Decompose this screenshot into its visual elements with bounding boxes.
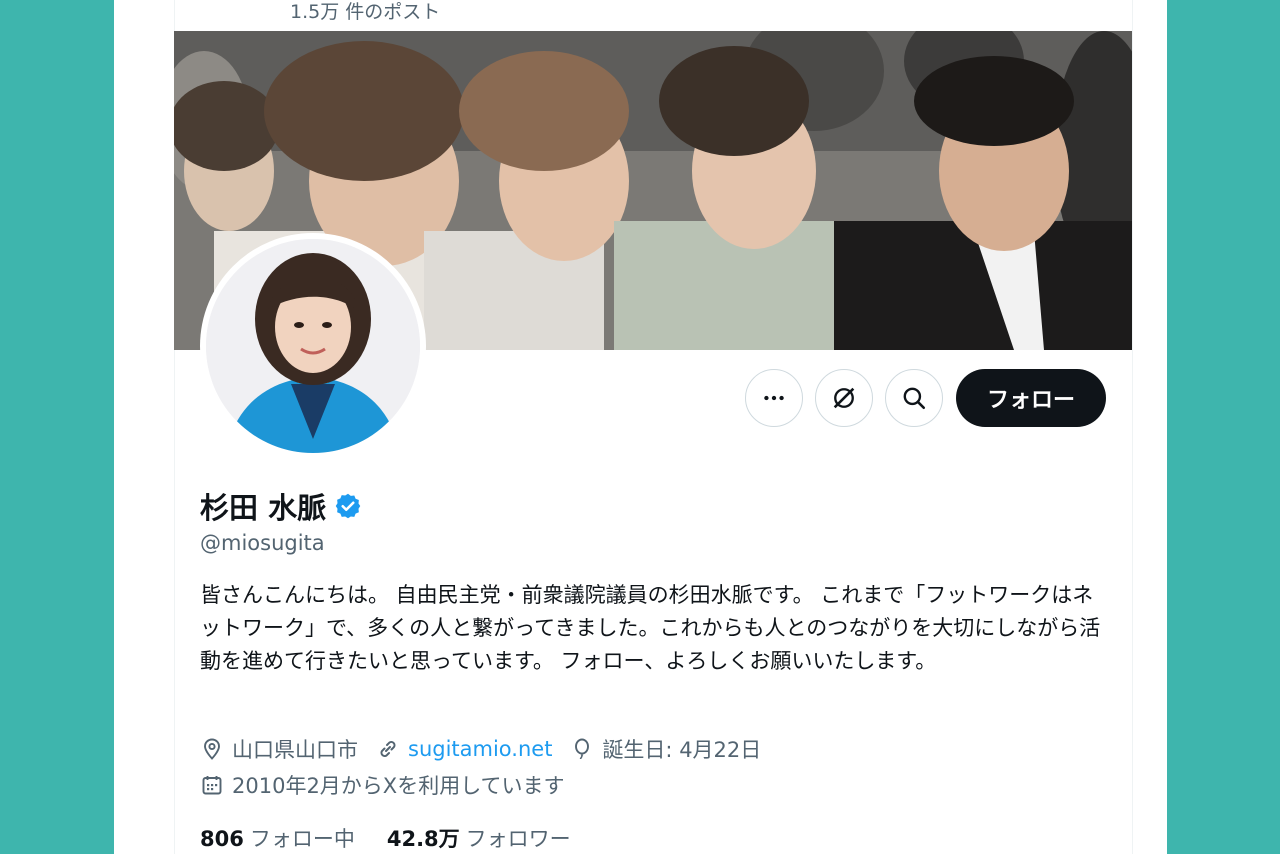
handle: @miosugita	[200, 531, 325, 555]
avatar-image	[206, 239, 420, 453]
join-date-row: 2010年2月からXを利用しています	[200, 770, 583, 800]
balloon-icon	[575, 738, 590, 760]
location-pin-icon	[204, 738, 220, 760]
follow-stats: 806 フォロー中 42.8万 フォロワー	[200, 823, 571, 853]
birthday: 誕生日: 4月22日	[570, 734, 761, 764]
search-icon	[903, 387, 926, 410]
join-date-text: 2010年2月からXを利用しています	[232, 774, 565, 798]
profile-meta-row: 山口県山口市 sugitamio.net 誕生日: 4月22日	[200, 734, 779, 764]
more-button[interactable]	[745, 369, 803, 427]
followers-link[interactable]: 42.8万 フォロワー	[387, 823, 571, 853]
name-row: 杉田 水脈	[200, 486, 362, 526]
grok-button[interactable]	[815, 369, 873, 427]
display-name: 杉田 水脈	[200, 491, 327, 525]
location-text: 山口県山口市	[232, 738, 358, 762]
verified-badge-icon[interactable]	[334, 492, 362, 520]
followers-label: フォロワー	[465, 827, 571, 851]
grok-icon	[833, 387, 855, 409]
following-label: フォロー中	[249, 827, 355, 851]
following-count: 806	[200, 827, 244, 851]
calendar-icon	[202, 776, 222, 795]
website-link[interactable]: sugitamio.net	[408, 737, 552, 761]
location: 山口県山口市	[200, 734, 358, 764]
followers-count: 42.8万	[386, 827, 460, 851]
link-icon	[380, 741, 396, 757]
website[interactable]: sugitamio.net	[376, 737, 552, 761]
search-button[interactable]	[885, 369, 943, 427]
follow-button[interactable]: フォロー	[956, 369, 1106, 427]
more-icon	[764, 395, 784, 401]
join-date: 2010年2月からXを利用しています	[200, 770, 565, 800]
bio: 皆さんこんにちは。 自由民主党・前衆議院議員の杉田水脈です。 これまで「フットワ…	[200, 583, 1101, 673]
avatar[interactable]	[206, 239, 420, 453]
birthday-text: 誕生日: 4月22日	[602, 738, 762, 762]
post-count: 1.5万 件のポスト	[290, 1, 441, 23]
following-link[interactable]: 806 フォロー中	[200, 823, 355, 853]
